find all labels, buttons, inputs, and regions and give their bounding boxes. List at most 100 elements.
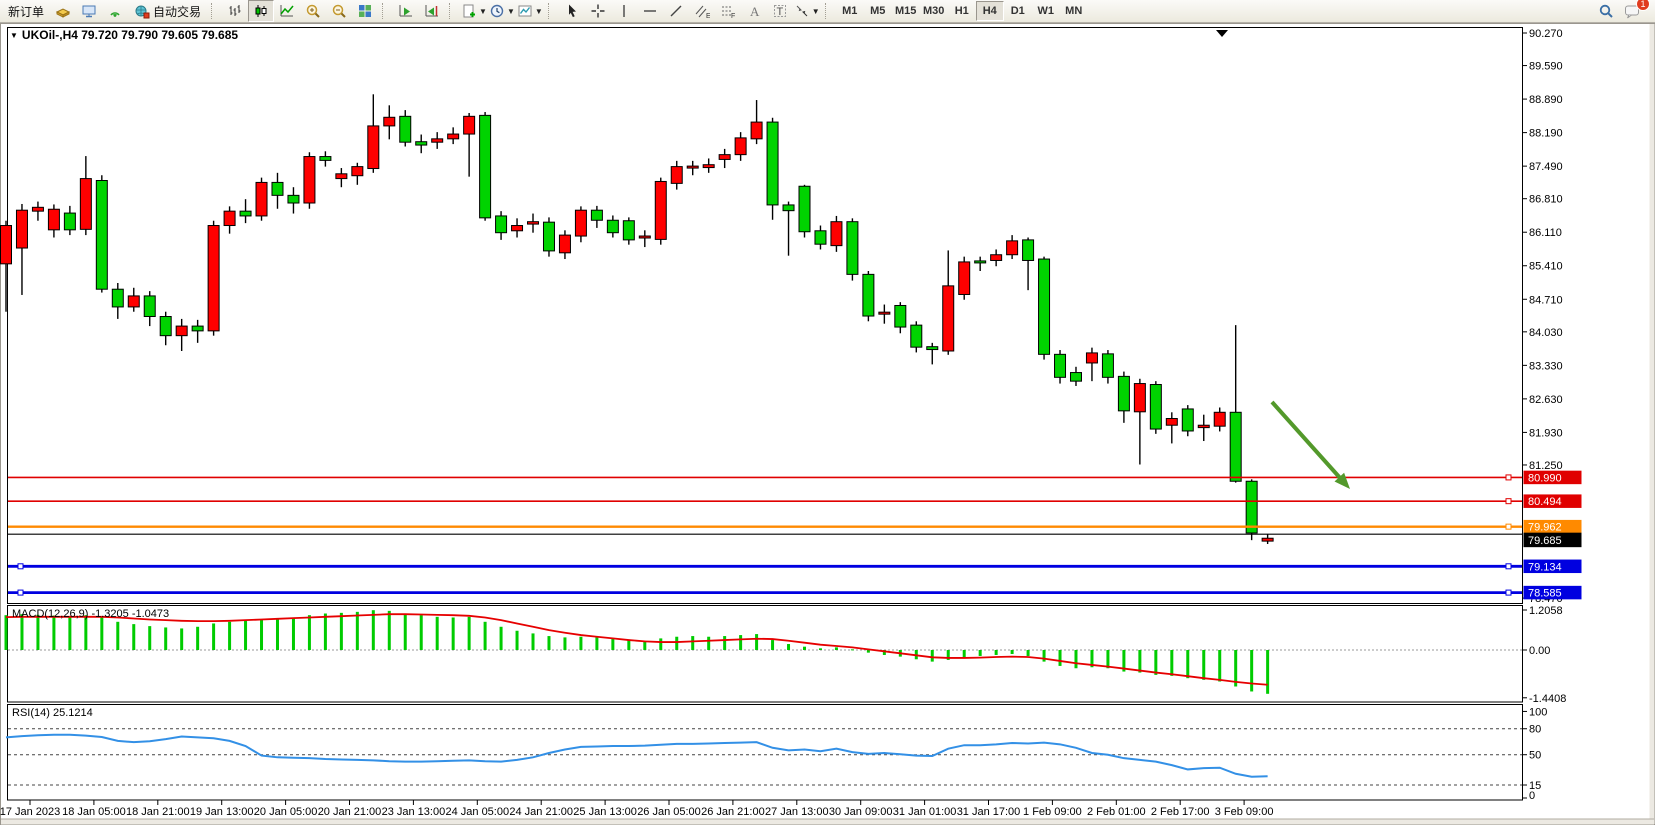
- chevron-down-icon: ▼: [479, 7, 487, 16]
- hline-handle[interactable]: [1506, 475, 1511, 480]
- time-label: 3 Feb 09:00: [1215, 806, 1274, 818]
- time-label: 26 Jan 21:00: [701, 806, 765, 818]
- timeframe-h1[interactable]: H1: [948, 1, 976, 21]
- candle-up: [655, 181, 666, 239]
- trendline-button[interactable]: [663, 0, 689, 22]
- time-label: 18 Jan 21:00: [126, 806, 190, 818]
- vertical-line-icon: [616, 3, 632, 19]
- equidistant-channel-button[interactable]: E: [689, 0, 715, 22]
- macd-bar: [68, 616, 71, 650]
- arrows-button[interactable]: ▼: [793, 0, 821, 22]
- macd-bar: [595, 637, 598, 650]
- chart-shift-button[interactable]: [419, 0, 445, 22]
- periods-button[interactable]: ▼: [488, 0, 516, 22]
- macd-bar: [100, 617, 103, 650]
- chart-menu-triangle-icon[interactable]: ▼: [10, 31, 18, 40]
- search-button[interactable]: [1593, 0, 1619, 22]
- axis-label: 84.030: [1529, 327, 1563, 339]
- hline-handle[interactable]: [1506, 590, 1511, 595]
- macd-bar: [1138, 650, 1141, 673]
- candle-up: [128, 296, 139, 307]
- signal-button[interactable]: [102, 0, 128, 22]
- time-label: 27 Jan 13:00: [765, 806, 829, 818]
- templates-button[interactable]: ▼: [516, 0, 544, 22]
- vertical-line-button[interactable]: [611, 0, 637, 22]
- horizontal-line-button[interactable]: [637, 0, 663, 22]
- time-label: 24 Jan 05:00: [445, 806, 509, 818]
- hline-handle[interactable]: [1506, 499, 1511, 504]
- axis-label: 80: [1529, 724, 1541, 736]
- candle-up: [1262, 538, 1273, 541]
- macd-bar: [436, 617, 439, 650]
- toolbar-grip: [548, 3, 556, 19]
- text-button[interactable]: A: [741, 0, 767, 22]
- chart-canvas[interactable]: 90.27089.59088.89088.19087.49086.81086.1…: [0, 0, 1655, 825]
- candlestick-chart-button[interactable]: [248, 0, 274, 22]
- auto-scroll-button[interactable]: [393, 0, 419, 22]
- candle-down: [272, 182, 283, 195]
- macd-bar: [1170, 650, 1173, 676]
- macd-bar: [212, 623, 215, 650]
- cursor-button[interactable]: [559, 0, 585, 22]
- candle-up: [559, 235, 570, 253]
- hline-handle[interactable]: [18, 590, 23, 595]
- candle-up: [16, 210, 27, 248]
- candle-up: [959, 262, 970, 295]
- candle-down: [607, 220, 618, 232]
- text-label-button[interactable]: T: [767, 0, 793, 22]
- candle-up: [1214, 412, 1225, 426]
- hline-handle[interactable]: [1506, 524, 1511, 529]
- chat-button[interactable]: 1: [1619, 0, 1645, 22]
- axis-label: 79.685: [1528, 535, 1562, 547]
- hline-handle[interactable]: [1506, 564, 1511, 569]
- candle-down: [320, 157, 331, 161]
- time-label: 2 Feb 01:00: [1087, 806, 1146, 818]
- market-watch-button[interactable]: [50, 0, 76, 22]
- time-label: 26 Jan 05:00: [637, 806, 701, 818]
- line-chart-icon: [279, 3, 295, 19]
- zoom-in-button[interactable]: [300, 0, 326, 22]
- bar-chart-button[interactable]: [222, 0, 248, 22]
- candle-down: [927, 347, 938, 350]
- chevron-down-icon: ▼: [507, 7, 515, 16]
- macd-bar: [404, 614, 407, 650]
- zoom-out-button[interactable]: [326, 0, 352, 22]
- clock-icon: [489, 3, 505, 19]
- timeframe-d1[interactable]: D1: [1004, 1, 1032, 21]
- autotrade-button[interactable]: 自动交易: [128, 0, 207, 22]
- macd-bar: [52, 616, 55, 650]
- timeframe-m15[interactable]: M15: [892, 1, 920, 21]
- timeframe-h4[interactable]: H4: [976, 1, 1004, 21]
- terminal-button[interactable]: [76, 0, 102, 22]
- timeframe-m1[interactable]: M1: [836, 1, 864, 21]
- template-icon: [517, 3, 533, 19]
- timeframe-w1[interactable]: W1: [1032, 1, 1060, 21]
- candle-down: [416, 142, 427, 145]
- timeframe-m30[interactable]: M30: [920, 1, 948, 21]
- crosshair-button[interactable]: [585, 0, 611, 22]
- zoom-out-icon: [331, 3, 347, 19]
- axis-label: -1.4408: [1529, 693, 1566, 705]
- candle-down: [591, 210, 602, 220]
- candle-up: [831, 222, 842, 246]
- candle-up: [32, 207, 43, 211]
- macd-label: MACD(12,26,9) -1.3205 -1.0473: [12, 608, 169, 620]
- rsi-label: RSI(14) 25.1214: [12, 707, 93, 719]
- tile-windows-button[interactable]: [352, 0, 378, 22]
- line-chart-button[interactable]: [274, 0, 300, 22]
- toolbar-grip: [211, 3, 219, 19]
- candle-down: [1230, 412, 1241, 481]
- candle-up: [703, 165, 714, 168]
- candle-down: [160, 317, 171, 336]
- new-chart-button[interactable]: ▼: [460, 0, 488, 22]
- macd-bar: [707, 637, 710, 650]
- new-order-button[interactable]: 新订单: [2, 0, 50, 22]
- main-pane: [8, 28, 1523, 604]
- timeframe-m5[interactable]: M5: [864, 1, 892, 21]
- fibonacci-icon: F: [720, 3, 736, 19]
- fibonacci-button[interactable]: F: [715, 0, 741, 22]
- timeframe-mn[interactable]: MN: [1060, 1, 1088, 21]
- macd-bar: [180, 628, 183, 650]
- hline-handle[interactable]: [18, 564, 23, 569]
- candle-up: [432, 139, 443, 142]
